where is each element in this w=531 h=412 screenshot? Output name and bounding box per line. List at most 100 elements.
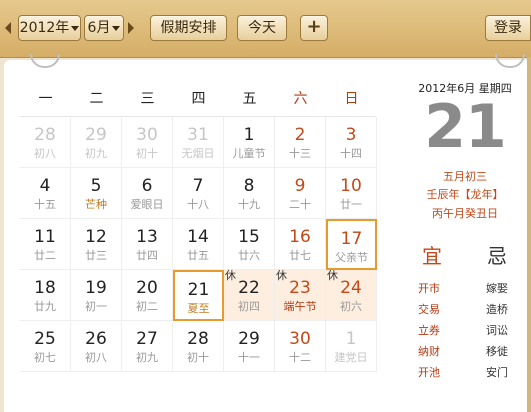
lunar-label: 父亲节	[335, 251, 368, 264]
day-cell[interactable]: 休 24 初六	[326, 270, 377, 321]
day-number: 9	[294, 176, 306, 196]
yi-item: 立券	[418, 324, 440, 337]
lunar-label: 儿童节	[232, 147, 266, 160]
lunar-label: 初七	[34, 351, 56, 364]
chevron-down-icon	[71, 25, 80, 31]
lunar-label: 十三	[289, 147, 311, 160]
lunar-label: 廿五	[187, 249, 209, 262]
chevron-down-icon	[112, 25, 121, 31]
ganzhi-year: 壬辰年【龙年】	[426, 188, 504, 201]
yi-item: 开市	[418, 282, 440, 295]
day-cell[interactable]: 26 初八	[71, 321, 122, 372]
lunar-label: 初十	[136, 147, 158, 160]
day-cell[interactable]: 21 夏至	[173, 270, 224, 321]
today-button[interactable]: 今天	[237, 15, 287, 41]
year-select[interactable]: 2012年	[18, 15, 81, 41]
binder-rings	[0, 54, 531, 74]
ganzhi-day: 丙午月癸丑日	[432, 207, 498, 220]
day-number: 6	[141, 176, 153, 196]
month-select-label: 6月	[87, 20, 111, 36]
day-number: 15	[238, 227, 260, 247]
lunar-label: 初一	[85, 300, 107, 313]
day-cell[interactable]: 休 23 端午节	[275, 270, 326, 321]
day-cell[interactable]: 16 廿七	[275, 219, 326, 270]
weekday-label: 日	[344, 91, 359, 107]
day-cell[interactable]: 13 廿四	[122, 219, 173, 270]
day-number: 4	[39, 176, 51, 196]
lunar-date: 五月初三	[443, 170, 487, 183]
next-month-arrow-icon[interactable]	[128, 22, 134, 34]
day-cell[interactable]: 15 廿六	[224, 219, 275, 270]
day-cell[interactable]: 11 廿二	[20, 219, 71, 270]
ji-item: 造桥	[486, 303, 508, 316]
day-number: 7	[192, 176, 204, 196]
lunar-label: 廿二	[34, 249, 56, 262]
day-cell[interactable]: 31 无烟日	[173, 117, 224, 168]
yi-title: 宜	[422, 244, 442, 268]
add-button[interactable]: +	[300, 15, 328, 41]
day-number: 21	[187, 280, 210, 300]
lunar-label: 初十	[187, 351, 209, 364]
day-cell[interactable]: 28 初十	[173, 321, 224, 372]
toolbar: 2012年 6月 假期安排 今天 + 登录	[0, 0, 531, 58]
day-number: 18	[34, 278, 56, 298]
day-cell[interactable]: 3 十四	[326, 117, 377, 168]
prev-month-arrow-icon[interactable]	[5, 22, 11, 34]
day-cell[interactable]: 19 初一	[71, 270, 122, 321]
day-cell[interactable]: 9 二十	[275, 168, 326, 219]
month-select[interactable]: 6月	[84, 15, 124, 41]
page-scrollbar[interactable]	[527, 57, 531, 412]
ji-item: 移徙	[486, 345, 508, 358]
day-cell[interactable]: 30 初十	[122, 117, 173, 168]
day-cell[interactable]: 30 十二	[275, 321, 326, 372]
day-number: 30	[136, 125, 158, 145]
weekday-label: 三	[140, 91, 155, 107]
day-cell[interactable]: 4 十五	[20, 168, 71, 219]
day-cell[interactable]: 28 初八	[20, 117, 71, 168]
lunar-label: 初二	[136, 300, 158, 313]
day-cell[interactable]: 10 廿一	[326, 168, 377, 219]
lunar-label: 无烟日	[181, 147, 215, 160]
lunar-label: 廿三	[85, 249, 107, 262]
day-cell[interactable]: 29 十一	[224, 321, 275, 372]
lunar-label: 建党日	[334, 351, 368, 364]
lunar-label: 十九	[238, 198, 260, 211]
lunar-label: 初四	[238, 300, 260, 313]
day-cell[interactable]: 1 建党日	[326, 321, 377, 372]
day-number: 11	[34, 227, 56, 247]
lunar-label: 廿七	[289, 249, 311, 262]
day-cell[interactable]: 20 初二	[122, 270, 173, 321]
day-number: 2	[294, 125, 306, 145]
day-cell[interactable]: 18 廿九	[20, 270, 71, 321]
lunar-label: 夏至	[187, 302, 210, 315]
binder-ring-icon	[30, 54, 60, 68]
lunar-label: 端午节	[283, 300, 317, 313]
day-cell[interactable]: 1 儿童节	[224, 117, 275, 168]
day-cell[interactable]: 17 父亲节	[326, 219, 377, 270]
day-cell[interactable]: 27 初九	[122, 321, 173, 372]
day-cell[interactable]: 25 初七	[20, 321, 71, 372]
selected-day-number: 21	[424, 92, 507, 162]
day-cell[interactable]: 29 初九	[71, 117, 122, 168]
day-number: 28	[34, 125, 56, 145]
day-number: 1	[243, 125, 255, 145]
day-cell[interactable]: 休 22 初四	[224, 270, 275, 321]
day-cell[interactable]: 5 芒种	[71, 168, 122, 219]
day-number: 31	[187, 125, 209, 145]
day-number: 17	[340, 229, 363, 249]
day-number: 19	[85, 278, 107, 298]
login-button[interactable]: 登录	[485, 15, 531, 41]
ji-item: 嫁娶	[486, 282, 508, 295]
year-select-label: 2012年	[19, 20, 70, 36]
day-cell[interactable]: 2 十三	[275, 117, 326, 168]
day-cell[interactable]: 8 十九	[224, 168, 275, 219]
day-cell[interactable]: 7 十八	[173, 168, 224, 219]
day-number: 13	[136, 227, 158, 247]
day-cell[interactable]: 6 爱眼日	[122, 168, 173, 219]
day-number: 5	[90, 176, 102, 196]
lunar-label: 初八	[85, 351, 107, 364]
day-cell[interactable]: 14 廿五	[173, 219, 224, 270]
day-cell[interactable]: 12 廿三	[71, 219, 122, 270]
holiday-schedule-button[interactable]: 假期安排	[150, 15, 227, 41]
lunar-label: 十二	[289, 351, 311, 364]
